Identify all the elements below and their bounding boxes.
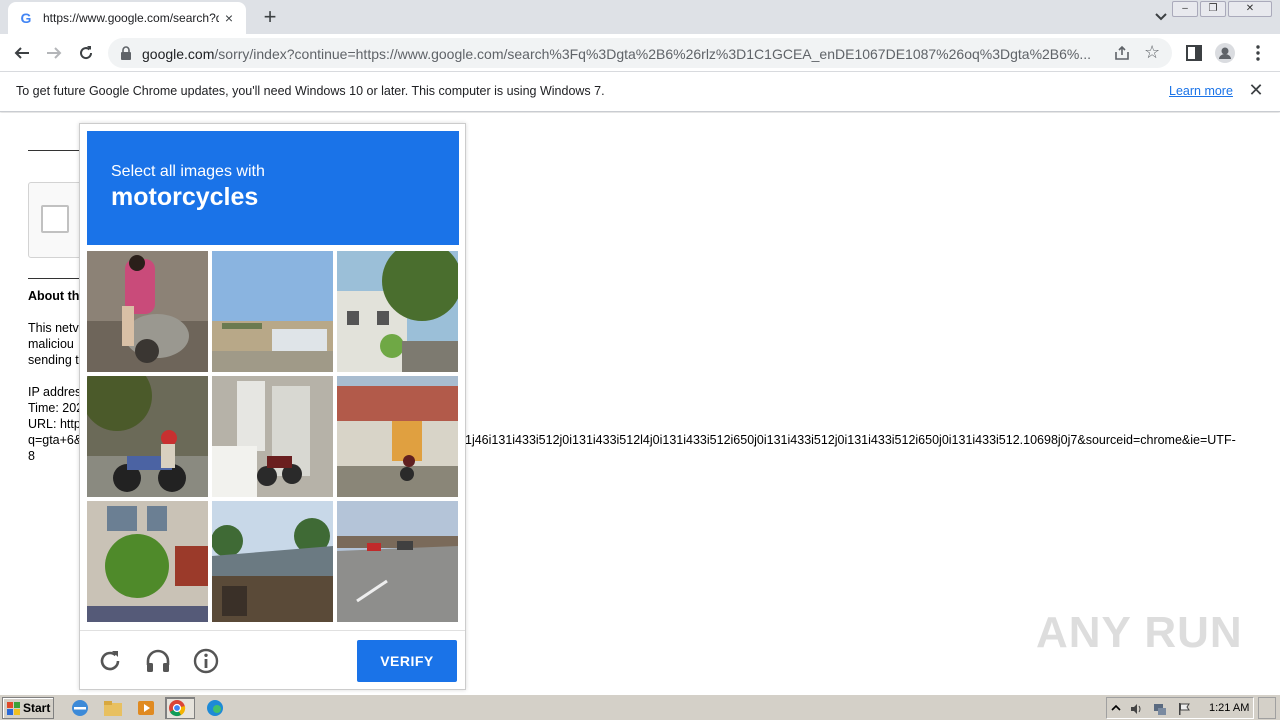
tab-title: https://www.google.com/search?q= — [43, 11, 219, 25]
forward-button[interactable] — [42, 41, 66, 65]
reload-button[interactable] — [74, 41, 98, 65]
captcha-tile[interactable] — [337, 376, 458, 497]
start-button[interactable]: Start — [2, 697, 54, 719]
captcha-challenge: Select all images with motorcycles VERIF… — [79, 123, 466, 690]
captcha-target: motorcycles — [111, 183, 259, 211]
restore-button[interactable]: ❐ — [1200, 1, 1226, 17]
body-line: maliciou — [28, 337, 74, 351]
verify-button[interactable]: VERIFY — [357, 640, 457, 682]
show-desktop-button[interactable] — [1258, 697, 1276, 719]
learn-more-link[interactable]: Learn more — [1169, 84, 1233, 98]
captcha-tile[interactable] — [87, 501, 208, 622]
menu-kebab-icon[interactable] — [1248, 43, 1268, 63]
media-player-icon[interactable] — [135, 698, 157, 718]
action-center-flag-icon[interactable] — [1177, 702, 1191, 716]
reload-icon — [80, 46, 93, 60]
share-icon[interactable] — [1113, 44, 1131, 62]
chrome-icon — [169, 700, 186, 717]
clock[interactable]: 1:21 AM — [1209, 702, 1249, 714]
network-icon[interactable] — [1153, 702, 1167, 716]
captcha-tile[interactable] — [212, 501, 333, 622]
tab-search-chevron-icon[interactable] — [1151, 8, 1171, 26]
update-infobar: To get future Google Chrome updates, you… — [0, 72, 1280, 112]
captcha-tile[interactable] — [87, 376, 208, 497]
captcha-tile[interactable] — [337, 251, 458, 372]
url-tail: 1j46i131i433i512j0i131i433i512l4j0i131i4… — [465, 433, 1236, 447]
infobar-message: To get future Google Chrome updates, you… — [16, 84, 605, 98]
google-favicon-icon: G — [20, 10, 32, 26]
taskbar: Start 1:21 AM — [0, 694, 1280, 720]
address-url: google.com/sorry/index?continue=https://… — [142, 46, 1104, 62]
captcha-tile[interactable] — [212, 251, 333, 372]
minimize-button[interactable]: – — [1172, 1, 1198, 17]
close-window-button[interactable]: ✕ — [1228, 1, 1272, 17]
profile-avatar-icon[interactable] — [1215, 43, 1235, 63]
url-end-line: 8 — [28, 449, 35, 463]
file-explorer-icon[interactable] — [102, 698, 124, 718]
bookmark-star-icon[interactable]: ☆ — [1144, 43, 1162, 61]
window-controls: – ❐ ✕ — [1170, 1, 1272, 17]
time-line: Time: 202 — [28, 401, 84, 415]
show-hidden-icons-icon[interactable] — [1109, 702, 1123, 716]
url-path: /sorry/index?continue=https://www.google… — [214, 46, 1092, 62]
url-host: google.com — [142, 46, 215, 62]
captcha-tile[interactable] — [212, 376, 333, 497]
infobar-close-icon[interactable]: ✕ — [1248, 81, 1264, 99]
chrome-taskbar-button[interactable] — [165, 697, 195, 719]
lock-icon — [121, 46, 131, 60]
captcha-footer: VERIFY — [80, 630, 465, 690]
forward-arrow-icon — [47, 47, 62, 59]
tab-close-icon[interactable]: × — [222, 11, 236, 25]
captcha-image-grid — [87, 251, 459, 623]
body-line: This netv — [28, 321, 79, 335]
tab-strip: G https://www.google.com/search?q= × + –… — [0, 0, 1280, 34]
ip-line: IP addres — [28, 385, 82, 399]
browser-toolbar: google.com/sorry/index?continue=https://… — [0, 34, 1280, 72]
about-heading: About th — [28, 289, 80, 303]
captcha-header: Select all images with motorcycles — [87, 131, 459, 245]
volume-icon[interactable] — [1129, 702, 1143, 716]
recaptcha-checkbox[interactable] — [41, 205, 69, 233]
anyrun-watermark: ANY RUN — [1036, 608, 1243, 657]
browser-tab[interactable]: G https://www.google.com/search?q= × — [8, 2, 246, 34]
captcha-tile[interactable] — [337, 501, 458, 622]
edge-icon[interactable] — [204, 698, 226, 718]
captcha-tile[interactable] — [87, 251, 208, 372]
audio-icon[interactable] — [144, 647, 172, 675]
back-arrow-icon — [14, 47, 29, 59]
internet-explorer-icon[interactable] — [69, 698, 91, 718]
info-icon[interactable] — [192, 647, 220, 675]
address-bar[interactable]: google.com/sorry/index?continue=https://… — [108, 38, 1172, 68]
side-panel-icon[interactable] — [1184, 43, 1204, 63]
url-query-line: q=gta+6& — [28, 433, 83, 447]
new-tab-button[interactable]: + — [258, 6, 282, 28]
back-button[interactable] — [10, 41, 34, 65]
system-tray: 1:21 AM — [1106, 697, 1254, 719]
captcha-instruction: Select all images with — [111, 163, 265, 180]
body-line: sending t — [28, 353, 79, 367]
reload-icon[interactable] — [96, 647, 124, 675]
start-label: Start — [23, 701, 51, 715]
url-line: URL: http — [28, 417, 81, 431]
windows-flag-icon — [7, 702, 20, 715]
